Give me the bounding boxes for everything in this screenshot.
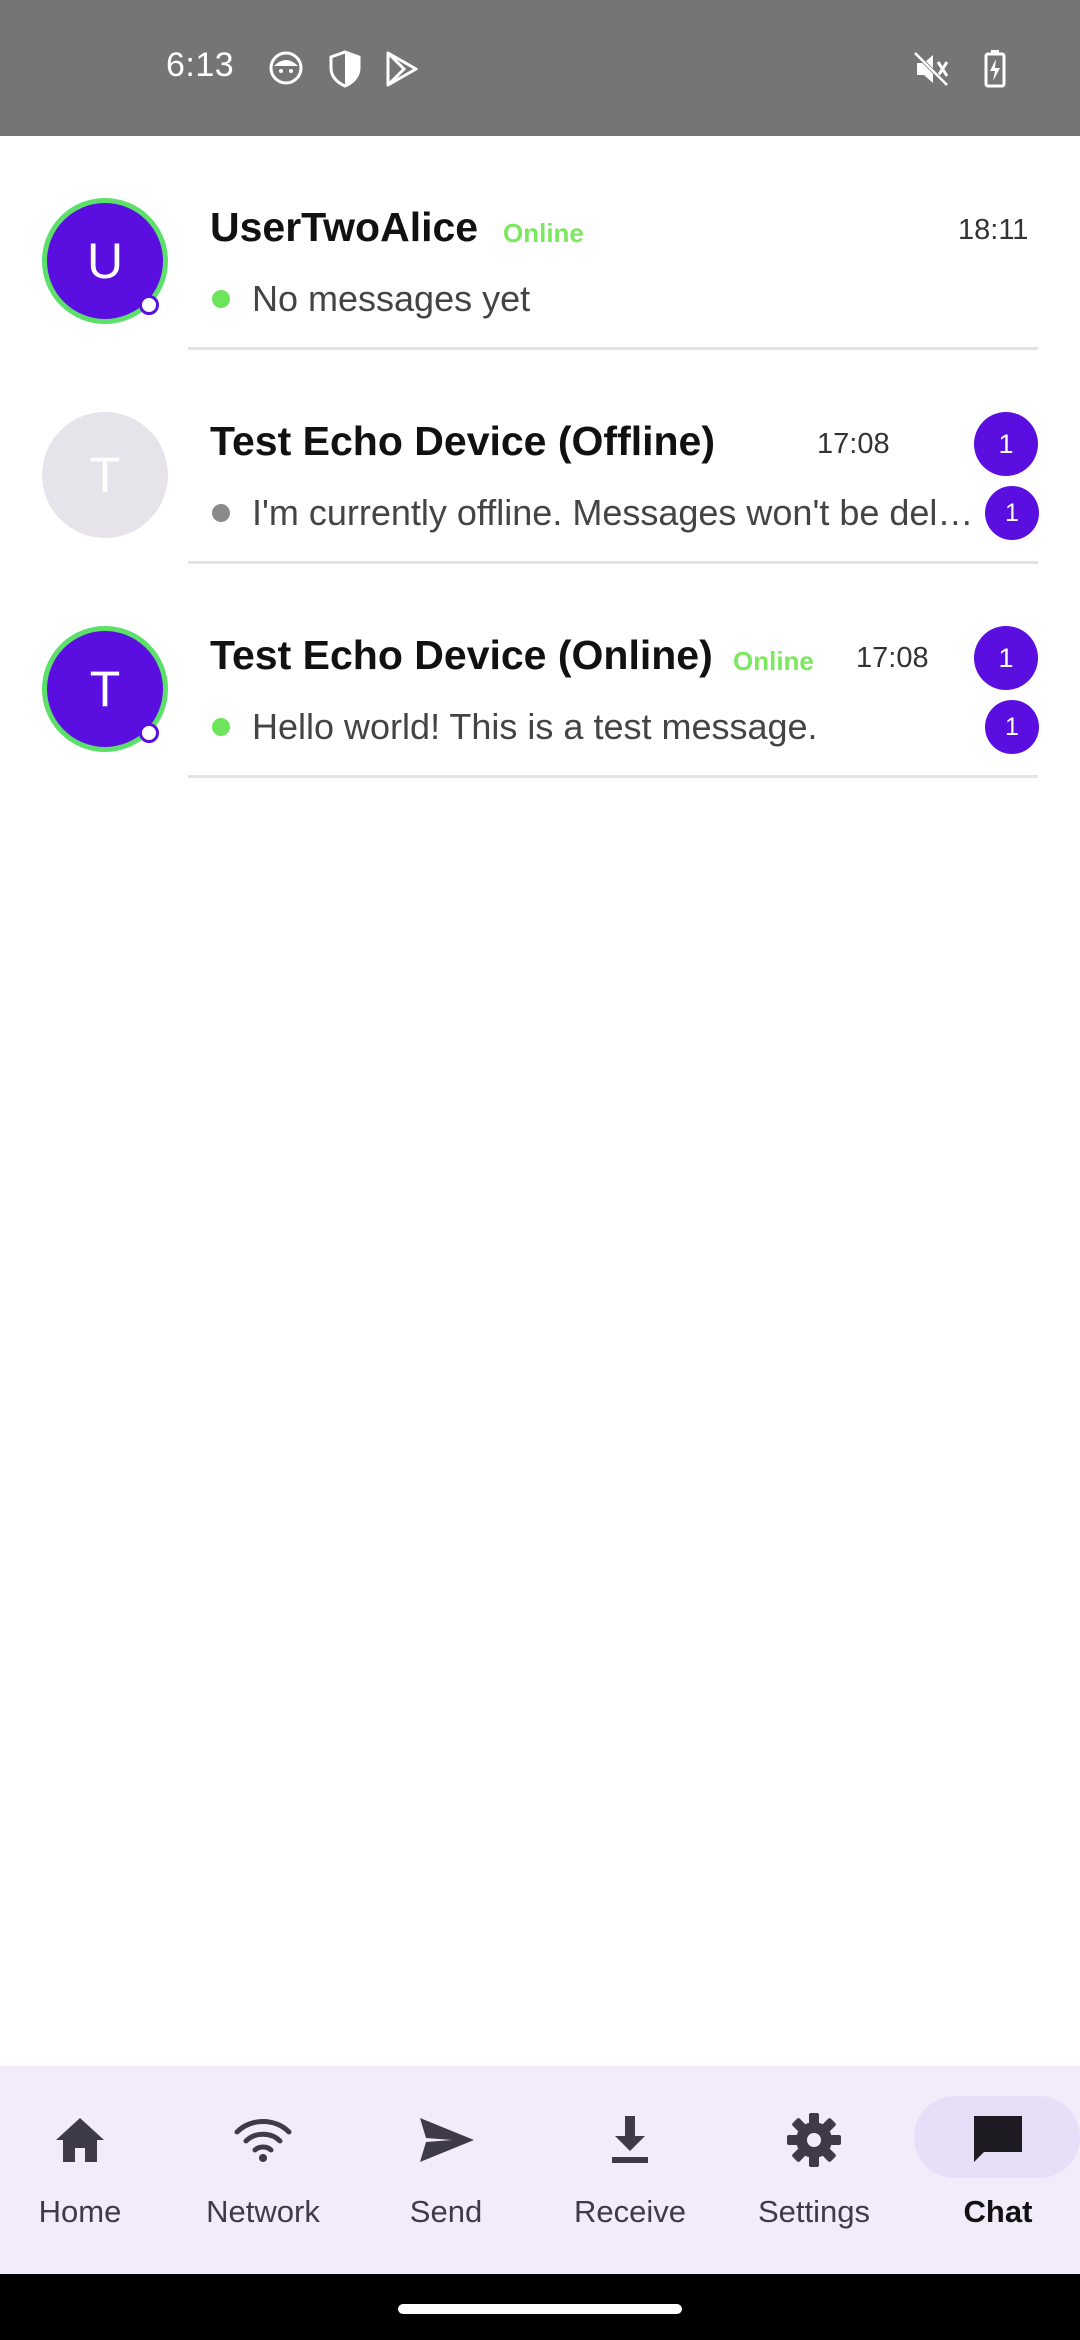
nav-label: Settings bbox=[757, 2194, 870, 2229]
avatar-letter: U bbox=[86, 233, 124, 289]
presence-dot bbox=[212, 718, 230, 736]
online-status-label: Online bbox=[733, 646, 814, 676]
nav-label: Send bbox=[409, 2194, 483, 2229]
gear-icon bbox=[784, 2110, 844, 2170]
presence-dot bbox=[212, 504, 230, 522]
mute-icon bbox=[912, 50, 950, 88]
unread-message-badge: 1 bbox=[985, 700, 1039, 754]
nav-item-home[interactable]: Home bbox=[0, 2066, 172, 2274]
unread-message-badge: 1 bbox=[985, 486, 1039, 540]
contact-name: UserTwoAlice bbox=[210, 204, 479, 250]
home-gesture-handle[interactable] bbox=[398, 2304, 682, 2314]
unread-count-badge: 1 bbox=[974, 412, 1038, 476]
message-time: 17:08 bbox=[856, 642, 929, 674]
online-status-label: Online bbox=[503, 218, 584, 248]
contact-name: Test Echo Device (Offline) bbox=[210, 418, 716, 464]
divider bbox=[188, 775, 1038, 778]
nav-item-send[interactable]: Send bbox=[354, 2066, 538, 2274]
avatar: T bbox=[42, 626, 168, 752]
unread-count-badge: 1 bbox=[974, 626, 1038, 690]
avatar: T bbox=[42, 412, 168, 538]
chat-row-test-echo-offline[interactable]: T Test Echo Device (Offline) 17:08 1 I'm… bbox=[0, 350, 1080, 564]
online-indicator bbox=[139, 295, 159, 315]
home-icon bbox=[50, 2110, 110, 2170]
status-time: 6:13 bbox=[166, 46, 235, 84]
nav-item-network[interactable]: Network bbox=[171, 2066, 355, 2274]
nav-label: Home bbox=[38, 2194, 122, 2229]
avatar-letter: T bbox=[89, 661, 121, 717]
gesture-navigation-bar bbox=[0, 2274, 1080, 2340]
online-indicator bbox=[139, 723, 159, 743]
shield-icon bbox=[328, 50, 362, 88]
nav-item-chat[interactable]: Chat bbox=[906, 2066, 1080, 2274]
nav-label: Receive bbox=[574, 2194, 686, 2229]
face-icon bbox=[268, 50, 304, 86]
nav-item-receive[interactable]: Receive bbox=[538, 2066, 722, 2274]
play-store-icon bbox=[384, 50, 420, 88]
avatar: U bbox=[42, 198, 168, 324]
message-time: 17:08 bbox=[817, 428, 890, 460]
wifi-icon bbox=[233, 2110, 293, 2170]
status-bar: 6:13 bbox=[0, 0, 1080, 136]
chat-row-usertwoalice[interactable]: U UserTwoAlice Online 18:11 No messages … bbox=[0, 136, 1080, 350]
message-preview: No messages yet bbox=[252, 278, 531, 319]
nav-label: Network bbox=[206, 2194, 320, 2229]
bottom-navigation: Home Network Send Receive Settings Chat bbox=[0, 2066, 1080, 2274]
message-preview: I'm currently offline. Messages won't be… bbox=[252, 492, 980, 533]
send-icon bbox=[416, 2110, 476, 2170]
avatar-letter: T bbox=[89, 447, 121, 503]
message-time: 18:11 bbox=[958, 214, 1029, 246]
battery-charging-icon bbox=[984, 50, 1006, 88]
chat-row-test-echo-online[interactable]: T Test Echo Device (Online) Online 17:08… bbox=[0, 564, 1080, 778]
chat-icon bbox=[968, 2110, 1028, 2170]
nav-item-settings[interactable]: Settings bbox=[722, 2066, 906, 2274]
presence-dot bbox=[212, 290, 230, 308]
download-icon bbox=[600, 2110, 660, 2170]
nav-label: Chat bbox=[963, 2194, 1033, 2229]
contact-name: Test Echo Device (Online) bbox=[210, 632, 713, 678]
message-preview: Hello world! This is a test message. bbox=[252, 706, 818, 747]
